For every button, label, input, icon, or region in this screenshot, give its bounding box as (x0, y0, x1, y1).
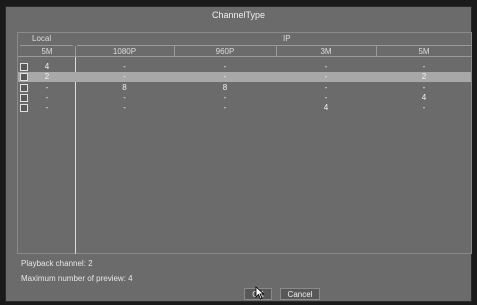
cell-ip-5m[interactable]: - (377, 62, 471, 72)
playback-channel-text: Playback channel: 2 (21, 259, 93, 268)
cell-ip-960p[interactable]: - (175, 103, 275, 113)
cell-ip-1080p[interactable]: - (76, 72, 173, 82)
cell-ip-960p[interactable]: 8 (175, 83, 275, 93)
cell-ip-3m[interactable]: - (277, 62, 375, 72)
cell-ip-1080p[interactable]: - (76, 93, 173, 103)
cell-ip-5m[interactable]: 2 (377, 72, 471, 82)
cell-ip-5m[interactable]: 4 (377, 93, 471, 103)
max-preview-text: Maximum number of preview: 4 (21, 274, 133, 283)
cell-local-5m[interactable]: 4 (20, 62, 74, 72)
cell-ip-960p[interactable]: - (175, 72, 275, 82)
cell-local-5m[interactable]: - (20, 93, 74, 103)
cell-ip-3m[interactable]: - (277, 93, 375, 103)
cell-ip-3m[interactable]: - (277, 72, 375, 82)
group-header-ip: IP (283, 34, 291, 43)
cell-local-5m[interactable]: - (20, 103, 74, 113)
table-row-selected[interactable]: 2 - - - 2 (18, 72, 471, 82)
cell-ip-1080p[interactable]: - (76, 103, 173, 113)
group-header-local: Local (32, 34, 52, 43)
local-group-rule (20, 45, 73, 46)
table-row[interactable]: - - - 4 - (18, 103, 471, 113)
ip-group-rule (77, 45, 471, 46)
channel-type-table: Local IP 5M 1080P 960P 3M 5M 4 - - - - 2… (17, 32, 472, 254)
cell-ip-5m[interactable]: - (377, 83, 471, 93)
cell-ip-3m[interactable]: 4 (277, 103, 375, 113)
cell-ip-960p[interactable]: - (175, 93, 275, 103)
table-row[interactable]: - 8 8 - - (18, 83, 471, 93)
cell-ip-960p[interactable]: - (175, 62, 275, 72)
cell-ip-5m[interactable]: - (377, 103, 471, 113)
dialog-title: ChannelType (211, 10, 266, 20)
header-rule (18, 56, 471, 57)
channel-type-dialog: ChannelType Local IP 5M 1080P 960P 3M 5M… (5, 6, 472, 302)
mouse-pointer-icon (255, 286, 265, 300)
table-row[interactable]: 4 - - - - (18, 62, 471, 72)
cell-ip-3m[interactable]: - (277, 83, 375, 93)
cancel-button[interactable]: Cancel (280, 288, 320, 300)
cell-local-5m[interactable]: 2 (20, 72, 74, 82)
table-row[interactable]: - - - - 4 (18, 93, 471, 103)
cell-local-5m[interactable]: - (20, 83, 74, 93)
cell-ip-1080p[interactable]: - (76, 62, 173, 72)
cell-ip-1080p[interactable]: 8 (76, 83, 173, 93)
